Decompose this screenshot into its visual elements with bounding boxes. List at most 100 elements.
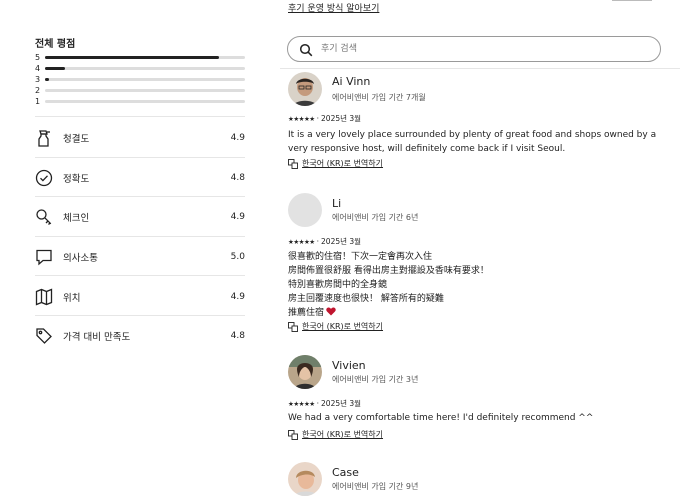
- rating-bar-label: 5: [35, 53, 41, 62]
- rating-bar-track: [45, 78, 245, 81]
- category-label: 정확도: [63, 174, 90, 185]
- category-accuracy: 정확도 4.8: [35, 166, 245, 190]
- message-icon: [35, 248, 53, 266]
- reviewer-meta: 에어비앤비 가입 기간 9년: [332, 482, 419, 491]
- dot-separator: ·: [316, 237, 320, 246]
- spray-bottle-icon: [35, 129, 53, 147]
- section-divider: [35, 315, 245, 316]
- review-policy-link[interactable]: 후기 운영 방식 알아보기: [288, 1, 379, 14]
- translate-label[interactable]: 한국어 (KR)로 번역하기: [302, 429, 383, 440]
- heart-icon: [326, 307, 336, 321]
- review-date: 2025년 3월: [321, 399, 362, 408]
- review-line: We had a very comfortable time here! I'd…: [288, 413, 594, 423]
- translate-icon: [288, 158, 298, 169]
- rating-bar-fill: [45, 78, 49, 81]
- category-label: 청결도: [63, 134, 90, 145]
- reviewer-name[interactable]: Vivien: [332, 359, 366, 372]
- rating-bar-track: [45, 89, 245, 92]
- section-divider: [35, 275, 245, 276]
- review-date: 2025년 3월: [321, 237, 362, 246]
- rating-bar-track: [45, 67, 245, 70]
- rating-bar-fill: [45, 56, 219, 59]
- review-line: 推薦住宿: [288, 308, 325, 318]
- translate-label[interactable]: 한국어 (KR)로 번역하기: [302, 321, 383, 332]
- translate-link[interactable]: 한국어 (KR)로 번역하기: [288, 321, 383, 332]
- review-search-box[interactable]: [287, 36, 661, 62]
- review-text: 很喜歡的住宿！下次一定會再次入住 房間佈置很舒服 看得出房主對擺設及香味有要求！…: [288, 250, 668, 321]
- review-text: We had a very comfortable time here! I'd…: [288, 411, 668, 425]
- dot-separator: ·: [316, 399, 320, 408]
- translate-link[interactable]: 한국어 (KR)로 번역하기: [288, 158, 383, 169]
- section-divider: [35, 236, 245, 237]
- category-location: 위치 4.9: [35, 285, 245, 309]
- rating-bar-label: 1: [35, 97, 41, 106]
- review-line: It is a very lovely place surrounded by …: [288, 130, 657, 140]
- category-label: 체크인: [63, 213, 90, 224]
- avatar[interactable]: [288, 72, 322, 106]
- star-rating: ★★★★★: [288, 237, 315, 246]
- category-score: 5.0: [230, 252, 245, 262]
- review-line: 房間佈置很舒服 看得出房主對擺設及香味有要求！: [288, 266, 489, 276]
- section-divider: [35, 116, 245, 117]
- dot-separator: ·: [316, 114, 320, 123]
- rating-bar-1: 1: [35, 96, 245, 107]
- category-score: 4.8: [230, 173, 245, 183]
- rating-bar-5: 5: [35, 52, 245, 63]
- avatar[interactable]: [288, 462, 322, 496]
- translate-icon: [288, 321, 298, 332]
- check-circle-icon: [35, 169, 53, 187]
- review-date: 2025년 3월: [321, 114, 362, 123]
- category-score: 4.9: [230, 133, 245, 143]
- rating-bar-3: 3: [35, 74, 245, 85]
- review-line: 很喜歡的住宿！下次一定會再次入住: [288, 252, 433, 262]
- rating-bar-track: [45, 56, 245, 59]
- rating-bar-label: 2: [35, 86, 41, 95]
- rating-bar-track: [45, 100, 245, 103]
- reviewer-meta: 에어비앤비 가입 기간 3년: [332, 375, 419, 384]
- section-divider: [35, 196, 245, 197]
- reviewer-meta: 에어비앤비 가입 기간 6년: [332, 213, 419, 222]
- review-rating-line: ★★★★★ · 2025년 3월: [288, 113, 361, 124]
- review-rating-line: ★★★★★ · 2025년 3월: [288, 236, 361, 247]
- translate-link[interactable]: 한국어 (KR)로 번역하기: [288, 429, 383, 440]
- reviewer-name[interactable]: Ai Vinn: [332, 75, 370, 88]
- category-value: 가격 대비 만족도 4.8: [35, 324, 245, 348]
- top-divider: [612, 0, 652, 1]
- rating-bar-2: 2: [35, 85, 245, 96]
- category-cleanliness: 청결도 4.9: [35, 126, 245, 150]
- reviewer-meta: 에어비앤비 가입 기간 7개월: [332, 93, 426, 102]
- search-divider: [280, 68, 680, 69]
- reviewer-name[interactable]: Case: [332, 466, 359, 479]
- translate-icon: [288, 429, 298, 440]
- rating-bar-fill: [45, 67, 65, 70]
- category-score: 4.9: [230, 212, 245, 222]
- category-label: 가격 대비 만족도: [63, 332, 131, 343]
- review-search-input[interactable]: [319, 43, 623, 55]
- rating-bar-4: 4: [35, 63, 245, 74]
- reviewer-name[interactable]: Li: [332, 197, 341, 210]
- category-label: 위치: [63, 293, 81, 304]
- rating-bar-label: 4: [35, 64, 41, 73]
- review-line: very responsive host, will definitely co…: [288, 144, 566, 154]
- tag-icon: [35, 327, 53, 345]
- category-score: 4.8: [230, 331, 245, 341]
- category-checkin: 체크인 4.9: [35, 205, 245, 229]
- category-label: 의사소통: [63, 253, 98, 264]
- category-score: 4.9: [230, 292, 245, 302]
- review-line: 房主回覆速度也很快！ 解答所有的疑難: [288, 294, 444, 304]
- review-line: 特別喜歡房間中的全身鏡: [288, 280, 388, 290]
- translate-label[interactable]: 한국어 (KR)로 번역하기: [302, 158, 383, 169]
- review-text: It is a very lovely place surrounded by …: [288, 128, 668, 156]
- star-rating: ★★★★★: [288, 399, 315, 408]
- category-communication: 의사소통 5.0: [35, 245, 245, 269]
- overall-rating-title: 전체 평점: [35, 39, 76, 50]
- review-rating-line: ★★★★★ · 2025년 3월: [288, 398, 361, 409]
- avatar[interactable]: [288, 355, 322, 389]
- rating-bar-label: 3: [35, 75, 41, 84]
- search-icon: [299, 42, 313, 57]
- star-rating: ★★★★★: [288, 114, 315, 123]
- map-icon: [35, 288, 53, 306]
- review-line-last: 推薦住宿: [288, 306, 668, 321]
- section-divider: [35, 157, 245, 158]
- avatar[interactable]: [288, 193, 322, 227]
